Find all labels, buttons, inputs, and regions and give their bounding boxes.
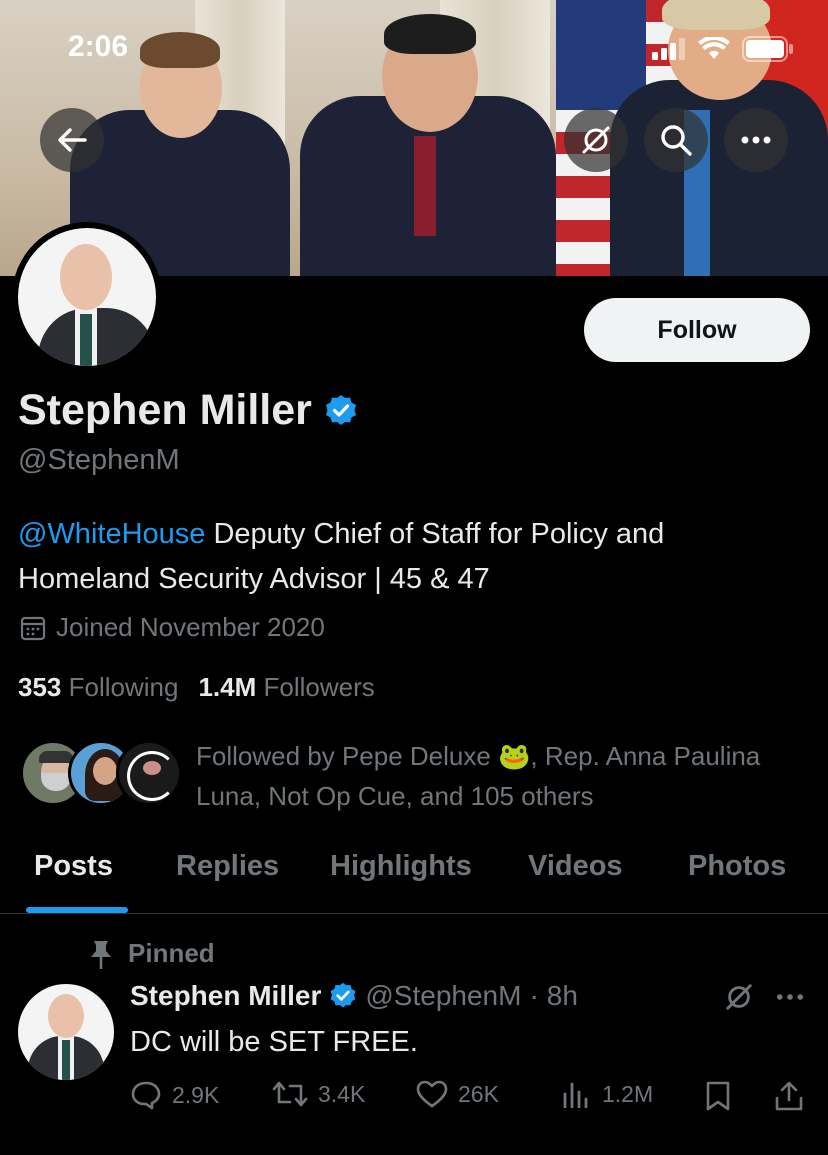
like-button[interactable]: 26K — [416, 1080, 499, 1108]
bookmark-icon — [706, 1081, 730, 1111]
follower-avatar — [116, 740, 182, 806]
followers-count: 1.4M — [198, 672, 257, 702]
post-time: 8h — [546, 980, 578, 1011]
back-button[interactable] — [40, 108, 104, 172]
status-bar-time: 2:06 — [68, 30, 129, 63]
banner-person-hair — [140, 32, 220, 68]
tab-videos[interactable]: Videos — [528, 850, 623, 883]
pinned-text: Pinned — [128, 938, 215, 968]
calendar-icon — [20, 616, 46, 640]
share-button[interactable] — [774, 1080, 804, 1112]
views-button[interactable]: 1.2M — [562, 1080, 653, 1108]
following-label: Following — [68, 672, 179, 702]
reply-icon — [131, 1081, 161, 1110]
grok-icon — [582, 126, 610, 154]
profile-avatar[interactable] — [12, 222, 162, 372]
views-icon — [563, 1082, 588, 1108]
back-arrow-icon — [58, 128, 87, 152]
grok-button[interactable] — [564, 108, 628, 172]
pin-icon — [91, 940, 111, 969]
post-header: Stephen Miller @StephenM · 8h — [130, 980, 578, 1012]
wifi-icon — [698, 37, 730, 59]
more-options-button[interactable] — [724, 108, 788, 172]
post-author-handle: @StephenM — [365, 980, 522, 1011]
followed-by-row[interactable]: Followed by Pepe Deluxe 🐸, Rep. Anna Pau… — [20, 736, 760, 811]
profile-name: Stephen Miller — [18, 386, 358, 435]
verified-badge-icon — [325, 394, 356, 425]
active-tab-indicator — [26, 907, 128, 913]
followed-by-line: Luna, Not Op Cue, and 105 others — [196, 781, 594, 811]
repost-icon — [272, 1081, 308, 1107]
post-author-name[interactable]: Stephen Miller — [130, 980, 321, 1012]
like-count: 26K — [458, 1080, 499, 1107]
banner-person-hair — [662, 0, 770, 30]
followed-by-avatars — [20, 736, 182, 808]
tab-photos[interactable]: Photos — [688, 850, 786, 883]
following-count: 353 — [18, 672, 62, 702]
followed-by-line: Followed by Pepe Deluxe 🐸, Rep. Anna Pau… — [196, 741, 761, 771]
post-author-avatar[interactable] — [18, 984, 114, 1080]
bio-text: Homeland Security Advisor | 45 & 47 — [18, 563, 490, 595]
tab-posts[interactable]: Posts — [34, 850, 113, 883]
search-button[interactable] — [644, 108, 708, 172]
tab-highlights[interactable]: Highlights — [330, 850, 472, 883]
tab-replies[interactable]: Replies — [176, 850, 279, 883]
banner-person-hair — [384, 14, 476, 54]
pinned-label: Pinned — [88, 938, 215, 969]
cellular-signal-icon — [652, 38, 685, 60]
profile-name-text: Stephen Miller — [18, 386, 312, 434]
profile-handle: @StephenM — [18, 444, 180, 476]
followers-label: Followers — [263, 672, 375, 702]
status-bar-icons — [652, 36, 794, 62]
banner-person-tie — [414, 136, 436, 236]
avatar-photo — [18, 228, 156, 366]
battery-icon — [742, 36, 793, 62]
verified-badge-icon — [331, 982, 356, 1008]
more-icon — [741, 136, 771, 144]
views-count: 1.2M — [602, 1080, 654, 1107]
reply-count: 2.9K — [172, 1081, 220, 1108]
following-link[interactable]: 353 Following — [18, 672, 178, 703]
followers-link[interactable]: 1.4M Followers — [198, 672, 374, 703]
repost-button[interactable]: 3.4K — [272, 1080, 365, 1108]
post-actions: 2.9K 3.4K 26K 1.2M — [130, 1080, 810, 1120]
bio-text: Deputy Chief of Staff for Policy and — [205, 518, 665, 550]
bookmark-button[interactable] — [704, 1080, 732, 1112]
joined-date: Joined November 2020 — [20, 612, 325, 643]
follow-stats: 353 Following 1.4M Followers — [18, 672, 375, 703]
search-icon — [661, 125, 692, 156]
post-separator: · — [529, 980, 539, 1011]
repost-count: 3.4K — [318, 1080, 366, 1107]
post-header-actions — [724, 982, 804, 1012]
post-text: DC will be SET FREE. — [130, 1026, 418, 1058]
profile-bio: @WhiteHouse Deputy Chief of Staff for Po… — [18, 512, 808, 602]
profile-tabs: Posts Replies Highlights Videos Photos — [0, 830, 828, 914]
share-icon — [775, 1081, 803, 1111]
follow-button[interactable]: Follow — [584, 298, 810, 362]
joined-text: Joined November 2020 — [56, 612, 325, 642]
grok-icon[interactable] — [724, 982, 754, 1012]
bio-mention-link[interactable]: @WhiteHouse — [18, 518, 205, 550]
banner-person-suit — [610, 80, 828, 276]
like-icon — [416, 1080, 448, 1108]
more-icon[interactable] — [776, 993, 804, 1001]
reply-button[interactable]: 2.9K — [130, 1080, 219, 1110]
followed-by-text: Followed by Pepe Deluxe 🐸, Rep. Anna Pau… — [196, 736, 826, 816]
